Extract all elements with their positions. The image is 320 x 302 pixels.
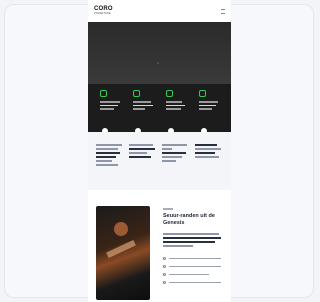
list-item: [163, 257, 221, 260]
info-columns: [88, 132, 231, 190]
feature-icon: [133, 90, 141, 97]
info-text: [96, 156, 117, 158]
check-icon: [163, 273, 166, 276]
info-text: [96, 164, 119, 166]
info-text: [194, 152, 215, 154]
feature-text: [100, 101, 121, 103]
site-logo[interactable]: CORO UNDERTONE: [94, 6, 116, 17]
about-text: [163, 237, 221, 239]
hero-indicator: [157, 62, 159, 64]
feature-strip: [88, 84, 231, 135]
feature-text: [100, 108, 115, 110]
info-text: [129, 144, 154, 146]
info-text: [194, 156, 219, 158]
feature-card[interactable]: [197, 84, 221, 135]
feature-text: [133, 104, 154, 106]
list-text: [169, 273, 209, 276]
feature-text: [133, 108, 146, 110]
feature-card[interactable]: [131, 84, 155, 135]
about-text: [163, 241, 215, 243]
feature-card[interactable]: [98, 84, 122, 135]
photo-highlight: [114, 222, 128, 236]
list-text: [169, 265, 221, 268]
feature-list: [163, 257, 221, 289]
feature-text: [165, 101, 182, 103]
about-text: [163, 233, 219, 235]
about-text: [163, 245, 193, 247]
info-column: [161, 144, 190, 190]
info-text: [161, 144, 187, 146]
section-tag: [163, 208, 173, 210]
site-header: CORO UNDERTONE: [88, 0, 231, 22]
info-column: [194, 144, 223, 190]
feature-text: [165, 108, 181, 110]
info-text: [96, 152, 121, 154]
info-column: [129, 144, 157, 190]
info-text: [194, 148, 221, 150]
list-text: [169, 257, 221, 260]
photo-highlight: [106, 239, 136, 259]
hero-banner: [88, 22, 231, 84]
about-section: Seuur-randen uit de Genesis: [88, 200, 231, 302]
info-text: [96, 160, 113, 162]
list-item: [163, 281, 221, 284]
feature-text: [198, 108, 212, 110]
feature-icon: [100, 90, 108, 97]
feature-text: [165, 104, 185, 106]
hamburger-icon[interactable]: [221, 9, 225, 14]
info-text: [129, 152, 148, 154]
feature-card[interactable]: [164, 84, 188, 135]
about-title: Seuur-randen uit de Genesis: [163, 213, 215, 226]
feature-icon: [165, 90, 173, 97]
info-text: [129, 148, 156, 150]
feature-text: [133, 101, 152, 103]
list-item: [163, 265, 221, 268]
list-text: [169, 281, 221, 284]
check-icon: [163, 257, 166, 260]
about-paragraph: [163, 233, 221, 249]
info-text: [96, 148, 119, 150]
info-text: [161, 160, 176, 162]
list-item: [163, 273, 221, 276]
info-text: [161, 148, 172, 150]
website-preview: CORO UNDERTONE Seuur-randen uit de Genes…: [88, 0, 231, 302]
info-text: [161, 152, 186, 154]
feature-icon: [198, 90, 206, 97]
feature-text: [198, 101, 218, 103]
info-text: [96, 144, 123, 146]
feature-text: [198, 104, 216, 106]
check-icon: [163, 281, 166, 284]
logo-tagline: UNDERTONE: [94, 12, 111, 15]
feature-text: [100, 104, 119, 106]
info-column: [96, 144, 124, 190]
info-text: [129, 156, 152, 158]
guitarist-photo: [96, 206, 150, 300]
info-text: [194, 144, 217, 146]
info-text: [161, 156, 182, 158]
check-icon: [163, 265, 166, 268]
